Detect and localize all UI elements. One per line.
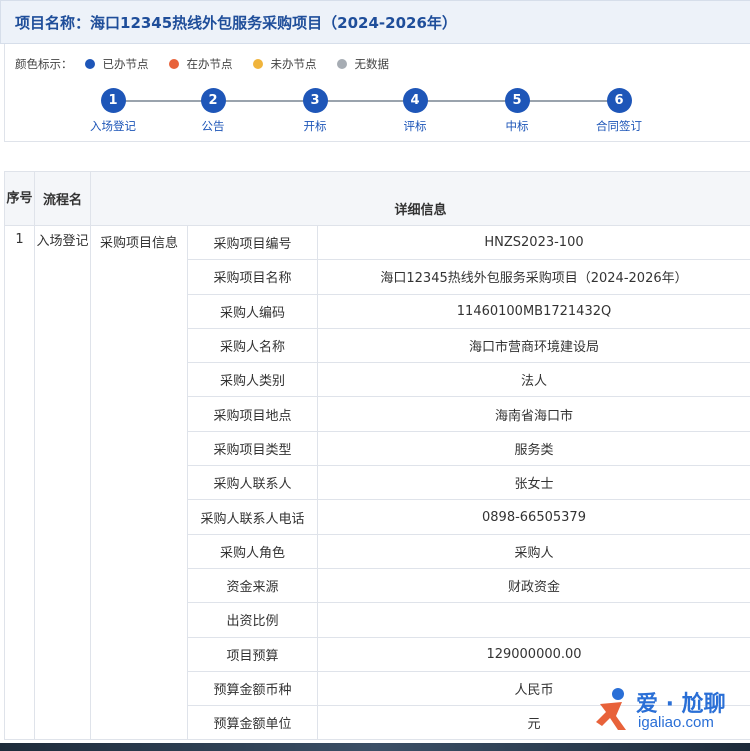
progress-panel: 颜色标示： 已办节点 在办节点 未办节点 无数据 1 入场登记 2 公告 3 开… xyxy=(4,44,750,142)
field-label: 采购人联系人电话 xyxy=(187,499,318,535)
legend-item-in-progress: 在办节点 xyxy=(168,56,233,72)
project-title: 项目名称：海口12345热线外包服务采购项目（2024-2026年） xyxy=(15,14,457,32)
project-header: 项目名称：海口12345热线外包服务采购项目（2024-2026年） xyxy=(0,0,750,44)
runner-logo-icon xyxy=(596,688,626,730)
field-label: 采购项目编号 xyxy=(187,224,318,261)
field-value: 海口市营商环境建设局 xyxy=(317,327,750,364)
step-number: 4 xyxy=(402,88,428,113)
field-label: 资金来源 xyxy=(187,567,318,604)
header-detail: 详细信息 xyxy=(90,171,750,226)
table-header-row: 序号 流程名 详细信息 xyxy=(4,171,750,226)
process-steps: 1 入场登记 2 公告 3 开标 4 评标 5 中标 6 合同签订 xyxy=(5,88,750,142)
field-value xyxy=(317,602,750,638)
field-label: 预算金额币种 xyxy=(187,670,318,707)
header-flow-name: 流程名 xyxy=(34,171,91,226)
field-value: 采购人 xyxy=(317,533,750,569)
field-label: 项目预算 xyxy=(187,636,318,672)
row-seq: 1 xyxy=(4,224,35,741)
page: 项目名称：海口12345热线外包服务采购项目（2024-2026年） 颜色标示：… xyxy=(0,0,750,751)
step-bid-opening[interactable]: 3 开标 xyxy=(275,88,355,134)
field-label: 采购人编码 xyxy=(187,293,318,329)
dot-icon xyxy=(252,59,263,69)
field-value: 财政资金 xyxy=(317,567,750,604)
step-announcement[interactable]: 2 公告 xyxy=(173,88,253,134)
site-watermark: 爱 · 尬聊 igaliao.com xyxy=(592,684,744,736)
detail-table: 序号 流程名 详细信息 1 入场登记 采购项目信息 采购项目编号 HNZS2023-10… xyxy=(4,171,750,741)
field-value: 海南省海口市 xyxy=(317,396,750,432)
field-label: 采购人角色 xyxy=(187,533,318,569)
legend-item-pending: 未办节点 xyxy=(252,56,317,72)
field-value: 0898-66505379 xyxy=(317,499,750,535)
dot-icon xyxy=(84,59,95,69)
field-value: 海口12345热线外包服务采购项目（2024-2026年） xyxy=(317,259,750,295)
field-label: 预算金额单位 xyxy=(187,705,318,741)
dot-icon xyxy=(336,59,347,69)
table-row: 1 入场登记 采购项目信息 采购项目编号 HNZS2023-100 xyxy=(4,224,750,741)
legend-item-done: 已办节点 xyxy=(84,56,149,72)
field-label: 采购项目类型 xyxy=(187,430,318,467)
step-label: 入场登记 xyxy=(90,119,136,133)
field-value: HNZS2023-100 xyxy=(317,224,750,261)
step-label: 中标 xyxy=(505,119,529,133)
field-value: 张女士 xyxy=(317,465,750,501)
row-section: 采购项目信息 xyxy=(90,224,188,741)
field-label: 出资比例 xyxy=(187,602,318,638)
legend-item-no-data: 无数据 xyxy=(336,56,389,72)
field-label: 采购项目地点 xyxy=(187,396,318,432)
field-value: 11460100MB1721432Q xyxy=(317,293,750,329)
step-number: 5 xyxy=(504,88,530,113)
color-legend: 颜色标示： 已办节点 在办节点 未办节点 无数据 xyxy=(15,56,409,72)
step-label: 合同签订 xyxy=(596,119,642,133)
bottom-strip xyxy=(0,743,750,751)
table-body: 1 入场登记 采购项目信息 采购项目编号 HNZS2023-100 采购项目名称 海口123… xyxy=(4,224,750,741)
step-number: 1 xyxy=(100,88,126,113)
dot-icon xyxy=(168,59,179,69)
legend-label: 颜色标示： xyxy=(15,57,73,71)
step-label: 公告 xyxy=(201,119,225,133)
header-seq: 序号 xyxy=(4,171,35,226)
field-label: 采购人联系人 xyxy=(187,465,318,501)
step-number: 3 xyxy=(302,88,328,113)
step-registration[interactable]: 1 入场登记 xyxy=(73,88,153,134)
step-number: 6 xyxy=(606,88,632,113)
field-label: 采购项目名称 xyxy=(187,259,318,295)
field-value: 服务类 xyxy=(317,430,750,467)
step-label: 评标 xyxy=(403,119,427,133)
step-label: 开标 xyxy=(303,119,327,133)
field-label: 采购人名称 xyxy=(187,327,318,364)
field-value: 129000000.00 xyxy=(317,636,750,672)
step-award[interactable]: 5 中标 xyxy=(477,88,557,134)
step-contract-signing[interactable]: 6 合同签订 xyxy=(579,88,659,134)
step-bid-evaluation[interactable]: 4 评标 xyxy=(375,88,455,134)
row-flow-name: 入场登记 xyxy=(34,224,91,741)
field-value: 法人 xyxy=(317,362,750,398)
field-label: 采购人类别 xyxy=(187,362,318,398)
step-number: 2 xyxy=(200,88,226,113)
watermark-domain: igaliao.com xyxy=(638,714,714,731)
